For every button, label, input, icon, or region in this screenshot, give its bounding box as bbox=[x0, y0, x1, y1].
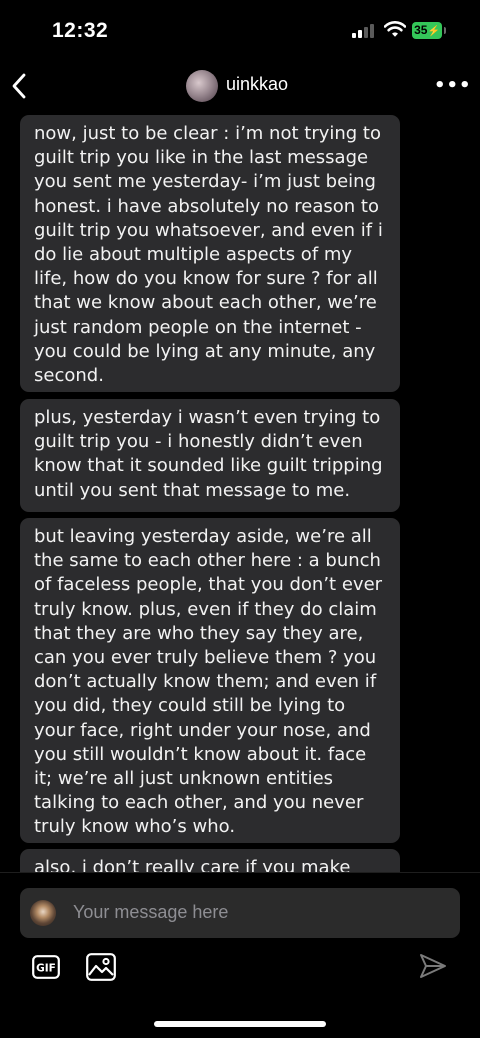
home-indicator[interactable] bbox=[154, 1021, 326, 1027]
signal-icon bbox=[352, 24, 376, 38]
chat-username[interactable]: uinkkao bbox=[226, 74, 288, 95]
send-button[interactable] bbox=[418, 951, 448, 985]
message-composer[interactable]: Your message here bbox=[20, 888, 460, 938]
message-text: but leaving yesterday aside, we’re all t… bbox=[34, 526, 383, 838]
gif-icon: GIF bbox=[32, 955, 60, 979]
avatar[interactable] bbox=[186, 70, 218, 102]
gif-label: GIF bbox=[36, 963, 56, 975]
image-button[interactable] bbox=[86, 953, 116, 985]
message-bubble: also, i don’t really care if you make th… bbox=[20, 849, 400, 872]
ellipsis-icon: ••• bbox=[434, 75, 472, 96]
gif-button[interactable]: GIF bbox=[32, 955, 60, 983]
battery-icon: 35⚡ bbox=[412, 22, 446, 39]
wifi-icon bbox=[383, 21, 407, 42]
message-list[interactable]: now, just to be clear : i’m not trying t… bbox=[0, 112, 480, 872]
chevron-left-icon bbox=[12, 73, 26, 99]
message-bubble: plus, yesterday i wasn’t even trying to … bbox=[20, 399, 400, 512]
chat-header: uinkkao ••• bbox=[0, 60, 480, 112]
image-icon bbox=[86, 953, 116, 981]
message-text: also, i don’t really care if you make th… bbox=[34, 857, 351, 872]
message-bubble: now, just to be clear : i’m not trying t… bbox=[20, 115, 400, 392]
message-bubble: but leaving yesterday aside, we’re all t… bbox=[20, 518, 400, 843]
battery-level: 35 bbox=[414, 23, 428, 37]
status-bar: 12:32 35⚡ bbox=[0, 0, 480, 60]
status-time: 12:32 bbox=[52, 19, 109, 42]
message-text: plus, yesterday i wasn’t even trying to … bbox=[34, 407, 383, 501]
avatar bbox=[30, 900, 56, 926]
send-icon bbox=[420, 954, 446, 978]
message-input[interactable]: Your message here bbox=[73, 902, 228, 923]
more-options-button[interactable]: ••• bbox=[434, 75, 472, 96]
divider bbox=[0, 872, 480, 873]
back-button[interactable] bbox=[10, 72, 28, 104]
message-text: now, just to be clear : i’m not trying t… bbox=[34, 123, 383, 387]
